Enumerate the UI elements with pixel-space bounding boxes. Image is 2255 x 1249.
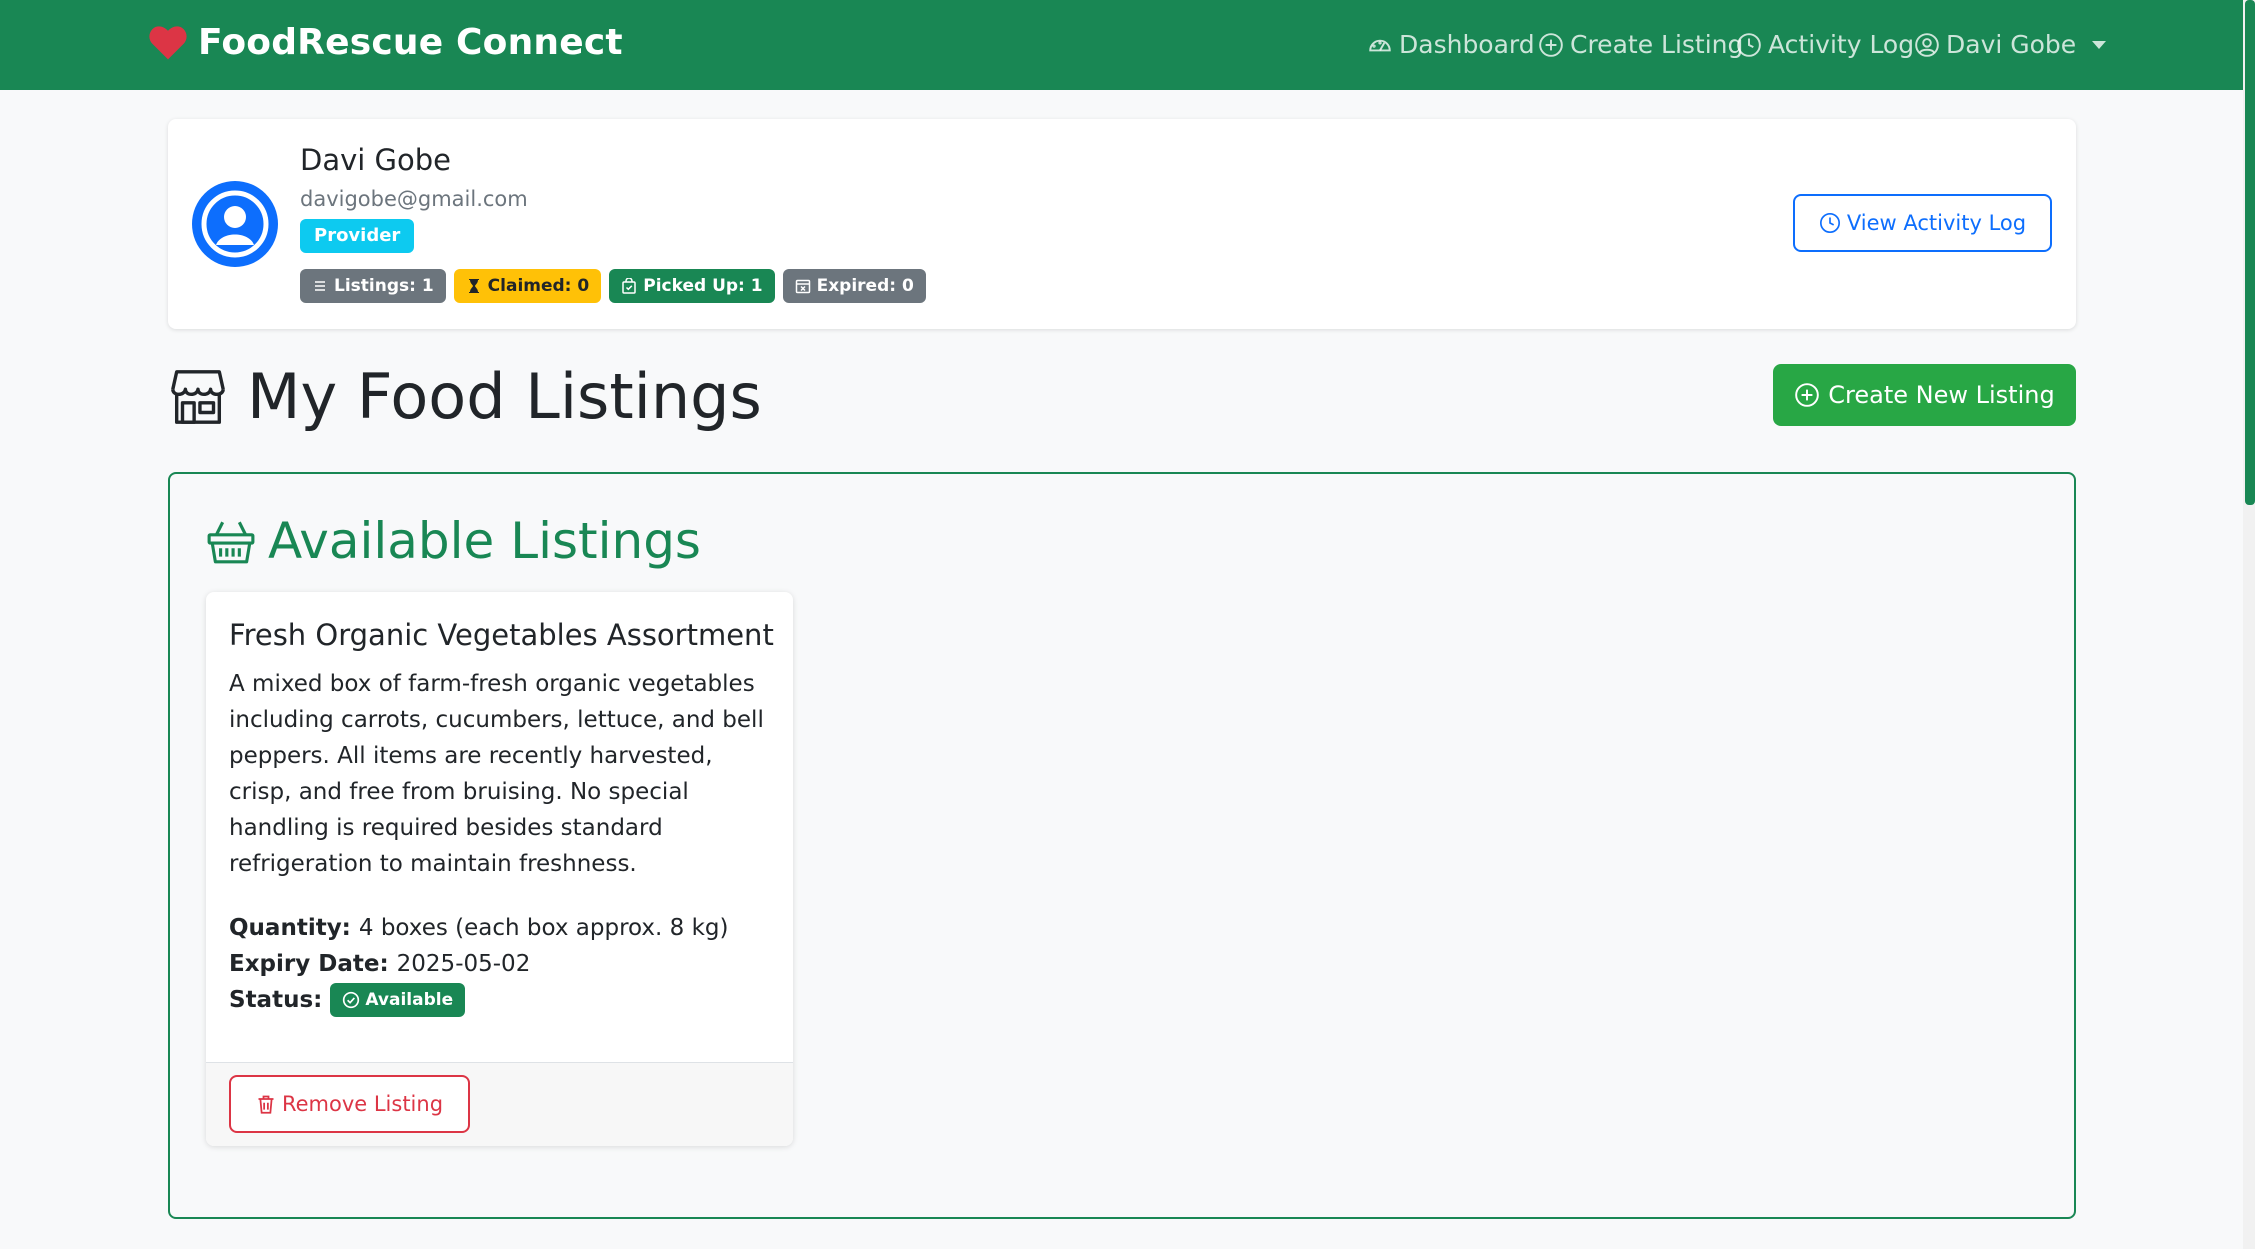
profile-card: Davi Gobe davigobe@gmail.com Provider Li… bbox=[168, 119, 2076, 329]
view-activity-log-button[interactable]: View Activity Log bbox=[1793, 194, 2052, 252]
chevron-down-icon bbox=[2092, 40, 2107, 49]
avatar-icon bbox=[192, 181, 278, 267]
stat-expired-label: Expired: 0 bbox=[816, 276, 914, 296]
heart-icon bbox=[149, 25, 187, 59]
shop-icon bbox=[171, 369, 225, 424]
nav-dashboard[interactable]: Dashboard bbox=[1367, 30, 1535, 59]
page-heading: My Food Listings bbox=[167, 360, 762, 433]
available-listings-heading: Available Listings bbox=[206, 512, 701, 570]
status-badge: Available bbox=[330, 983, 466, 1017]
nav-user-label: Davi Gobe bbox=[1946, 30, 2077, 59]
hourglass-icon bbox=[468, 279, 479, 293]
stat-listings-label: Listings: 1 bbox=[334, 276, 434, 296]
plus-circle-icon bbox=[1539, 32, 1563, 57]
stat-expired: Expired: 0 bbox=[782, 269, 926, 303]
plus-circle-icon bbox=[1795, 383, 1820, 407]
stat-claimed-label: Claimed: 0 bbox=[487, 276, 590, 296]
list-icon bbox=[315, 281, 325, 291]
listing-details: Quantity: 4 boxes (each box approx. 8 kg… bbox=[229, 910, 728, 1018]
speedometer-icon bbox=[1369, 39, 1391, 51]
basket-icon bbox=[207, 521, 255, 564]
nav-user-dropdown[interactable]: Davi Gobe bbox=[1914, 30, 2107, 59]
listing-expiry-row: Expiry Date: 2025-05-02 bbox=[229, 946, 728, 982]
profile-email: davigobe@gmail.com bbox=[300, 187, 528, 211]
view-activity-log-label: View Activity Log bbox=[1846, 211, 2027, 235]
nav-dashboard-label: Dashboard bbox=[1399, 30, 1535, 59]
role-badge: Provider bbox=[300, 219, 415, 253]
quantity-value: 4 boxes (each box approx. 8 kg) bbox=[358, 915, 729, 941]
person-circle-icon bbox=[1915, 32, 1939, 57]
remove-listing-button[interactable]: Remove Listing bbox=[229, 1075, 470, 1133]
scrollbar[interactable] bbox=[2243, 0, 2255, 1249]
status-label: Status: bbox=[229, 987, 323, 1013]
expiry-label: Expiry Date: bbox=[229, 951, 389, 977]
nav-create-listing-label: Create Listing bbox=[1570, 30, 1744, 59]
profile-name: Davi Gobe bbox=[300, 143, 452, 177]
remove-listing-label: Remove Listing bbox=[281, 1092, 444, 1116]
create-new-listing-label: Create New Listing bbox=[1828, 381, 2055, 409]
create-new-listing-button[interactable]: Create New Listing bbox=[1773, 364, 2076, 426]
check-circle-icon bbox=[343, 991, 360, 1009]
stats-badges: Listings: 1 Claimed: 0 Picked Up: 1 Expi… bbox=[300, 269, 926, 303]
page-title: My Food Listings bbox=[247, 360, 762, 433]
bag-check-icon bbox=[622, 278, 636, 294]
stat-picked-up: Picked Up: 1 bbox=[609, 269, 775, 303]
stat-picked-up-label: Picked Up: 1 bbox=[643, 276, 763, 296]
listing-card: Fresh Organic Vegetables Assortment A mi… bbox=[206, 592, 793, 1146]
listing-card-footer: Remove Listing bbox=[206, 1062, 793, 1146]
scrollbar-thumb[interactable] bbox=[2245, 0, 2255, 505]
listing-description: A mixed box of farm-fresh organic vegeta… bbox=[229, 671, 764, 877]
trash-icon bbox=[258, 1095, 274, 1114]
available-listings-section: Available Listings Fresh Organic Vegetab… bbox=[168, 472, 2076, 1219]
nav-create-listing[interactable]: Create Listing bbox=[1538, 30, 1743, 59]
brand-link[interactable]: FoodRescue Connect bbox=[148, 22, 623, 63]
listing-quantity-row: Quantity: 4 boxes (each box approx. 8 kg… bbox=[229, 910, 728, 946]
listing-title: Fresh Organic Vegetables Assortment bbox=[229, 618, 774, 652]
listing-status-row: Status: Available bbox=[229, 982, 728, 1018]
stat-claimed: Claimed: 0 bbox=[453, 269, 602, 303]
expiry-value: 2025-05-02 bbox=[396, 951, 531, 977]
nav-activity-log-label: Activity Log bbox=[1768, 30, 1915, 59]
brand-name: FoodRescue Connect bbox=[198, 22, 623, 63]
nav-activity-log[interactable]: Activity Log bbox=[1736, 30, 1914, 59]
quantity-label: Quantity: bbox=[229, 915, 351, 941]
clock-icon bbox=[1819, 213, 1840, 233]
clock-icon bbox=[1737, 32, 1761, 57]
calendar-x-icon bbox=[795, 279, 810, 294]
stat-listings: Listings: 1 bbox=[300, 269, 446, 303]
navbar: FoodRescue Connect Dashboard Create List… bbox=[0, 0, 2243, 90]
available-listings-title: Available Listings bbox=[268, 512, 701, 570]
status-value: Available bbox=[365, 990, 454, 1010]
